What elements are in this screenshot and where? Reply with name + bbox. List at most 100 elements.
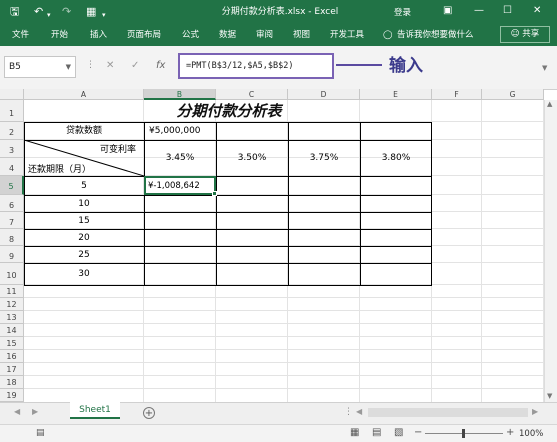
rate-cell: 3.50% xyxy=(237,153,267,163)
row-header-16[interactable]: 16 xyxy=(0,350,24,363)
next-sheet-icon[interactable]: ▶ xyxy=(32,407,38,416)
row-header-19[interactable]: 19 xyxy=(0,389,24,402)
row-header-7[interactable]: 7 xyxy=(0,212,24,229)
ribbon-display-icon[interactable]: ▣ xyxy=(443,4,452,18)
tab-file[interactable]: 文件 xyxy=(12,29,29,41)
gridline xyxy=(24,349,544,350)
tab-formulas[interactable]: 公式 xyxy=(182,29,199,41)
sheet-title: 分期付款分析表 xyxy=(176,102,282,120)
save-icon[interactable]: 🖫 xyxy=(10,5,19,19)
row-header-10[interactable]: 10 xyxy=(0,263,24,285)
share-button[interactable]: ☺ 共享 xyxy=(500,26,550,43)
tab-view[interactable]: 视图 xyxy=(293,29,310,41)
row-header-17[interactable]: 17 xyxy=(0,363,24,376)
undo-icon[interactable]: ↶ xyxy=(34,5,43,19)
close-icon[interactable]: ✕ xyxy=(533,4,541,18)
scroll-right-icon[interactable]: ▶ xyxy=(532,407,538,416)
formula-input[interactable]: =PMT(B$3/12,$A5,$B$2) xyxy=(178,53,334,79)
macro-record-icon[interactable]: ▤ xyxy=(36,428,45,438)
row-header-13[interactable]: 13 xyxy=(0,311,24,324)
undo-dropdown-icon[interactable]: ▾ xyxy=(47,8,51,22)
name-box[interactable]: B5 ▼ xyxy=(4,56,76,78)
ribbon-tabs: 文件 开始 插入 页面布局 公式 数据 审阅 视图 开发工具 ◯ 告诉我你想要做… xyxy=(0,24,557,46)
window-title: 分期付款分析表.xlsx - Excel xyxy=(221,7,339,17)
rate-cell: 3.45% xyxy=(165,153,195,163)
redo-icon[interactable]: ↷ xyxy=(62,5,71,19)
row-header-3[interactable]: 3 xyxy=(0,140,24,158)
row-header-9[interactable]: 9 xyxy=(0,246,24,263)
form-icon[interactable]: ▦ xyxy=(86,5,96,19)
row-header-5[interactable]: 5 xyxy=(0,176,24,195)
row-header-14[interactable]: 14 xyxy=(0,324,24,337)
customize-qat-icon[interactable]: ▾ xyxy=(102,8,106,22)
zoom-in-button[interactable]: + xyxy=(506,427,514,438)
tab-page-layout[interactable]: 页面布局 xyxy=(127,29,161,41)
tab-developer[interactable]: 开发工具 xyxy=(330,29,364,41)
zoom-slider-thumb[interactable] xyxy=(462,429,465,438)
share-label: 共享 xyxy=(522,29,540,39)
scroll-down-icon[interactable]: ▼ xyxy=(547,392,552,400)
tell-me-box[interactable]: 告诉我你想要做什么 xyxy=(397,29,474,41)
term-cell: 15 xyxy=(78,216,90,226)
user-icon: ☺ xyxy=(510,29,520,39)
row-header-12[interactable]: 12 xyxy=(0,298,24,311)
normal-view-icon[interactable]: ▦ xyxy=(350,427,359,438)
tab-insert[interactable]: 插入 xyxy=(90,29,107,41)
term-cell: 30 xyxy=(78,269,90,279)
rate-cell: 3.80% xyxy=(381,153,411,163)
login-link[interactable]: 登录 xyxy=(394,6,411,18)
status-bar: ▤ ▦ ▤ ▧ − + 100% xyxy=(0,424,557,442)
formula-bar-grip-icon[interactable]: ⋮ xyxy=(86,60,95,70)
table-border xyxy=(24,285,432,286)
gridline xyxy=(24,323,544,324)
horizontal-scrollbar[interactable] xyxy=(368,408,528,417)
column-header-f[interactable]: F xyxy=(432,89,482,100)
tab-home[interactable]: 开始 xyxy=(51,29,68,41)
cancel-button[interactable]: ✕ xyxy=(106,60,114,71)
page-break-view-icon[interactable]: ▧ xyxy=(394,427,403,438)
tab-split-icon[interactable]: ⋮ xyxy=(344,407,353,417)
gridline xyxy=(24,310,544,311)
selected-cell-b5[interactable] xyxy=(144,176,216,195)
row-header-8[interactable]: 8 xyxy=(0,229,24,246)
row-header-6[interactable]: 6 xyxy=(0,195,24,212)
annotation-label: 输入 xyxy=(389,56,423,76)
row-header-4[interactable]: 4 xyxy=(0,158,24,176)
vertical-scrollbar[interactable]: ▲ ▼ xyxy=(544,100,557,402)
row-header-18[interactable]: 18 xyxy=(0,376,24,389)
tab-data[interactable]: 数据 xyxy=(219,29,236,41)
scroll-left-icon[interactable]: ◀ xyxy=(356,407,362,416)
gridline xyxy=(24,336,544,337)
expand-formula-bar-icon[interactable]: ▼ xyxy=(542,64,547,72)
tell-me-icon[interactable]: ◯ xyxy=(383,29,393,41)
insert-function-button[interactable]: fx xyxy=(156,60,165,71)
term-cell: 10 xyxy=(78,199,90,209)
rate-cell: 3.75% xyxy=(309,153,339,163)
scroll-up-icon[interactable]: ▲ xyxy=(547,100,552,108)
name-box-value: B5 xyxy=(9,62,21,72)
column-header-a[interactable]: A xyxy=(24,89,144,100)
row-header-1[interactable]: 1 xyxy=(0,100,24,122)
column-header-d[interactable]: D xyxy=(288,89,360,100)
add-sheet-button[interactable]: + xyxy=(143,407,155,419)
prev-sheet-icon[interactable]: ◀ xyxy=(14,407,20,416)
maximize-icon[interactable]: ☐ xyxy=(503,4,512,18)
fill-handle[interactable] xyxy=(212,191,217,196)
tab-review[interactable]: 审阅 xyxy=(256,29,273,41)
enter-button[interactable]: ✓ xyxy=(131,60,139,71)
row-header-11[interactable]: 11 xyxy=(0,285,24,298)
column-header-g[interactable]: G xyxy=(482,89,544,100)
column-header-e[interactable]: E xyxy=(360,89,432,100)
name-box-dropdown-icon[interactable]: ▼ xyxy=(66,57,71,77)
row-header-2[interactable]: 2 xyxy=(0,122,24,140)
row-header-15[interactable]: 15 xyxy=(0,337,24,350)
column-header-b[interactable]: B xyxy=(144,89,216,100)
zoom-level[interactable]: 100% xyxy=(519,429,543,439)
column-header-c[interactable]: C xyxy=(216,89,288,100)
page-layout-view-icon[interactable]: ▤ xyxy=(372,427,381,438)
sheet-tab-sheet1[interactable]: Sheet1 xyxy=(70,402,120,419)
zoom-out-button[interactable]: − xyxy=(414,427,422,438)
minimize-icon[interactable]: — xyxy=(474,4,484,18)
select-all-corner[interactable] xyxy=(0,89,24,100)
term-cell: 20 xyxy=(78,233,90,243)
